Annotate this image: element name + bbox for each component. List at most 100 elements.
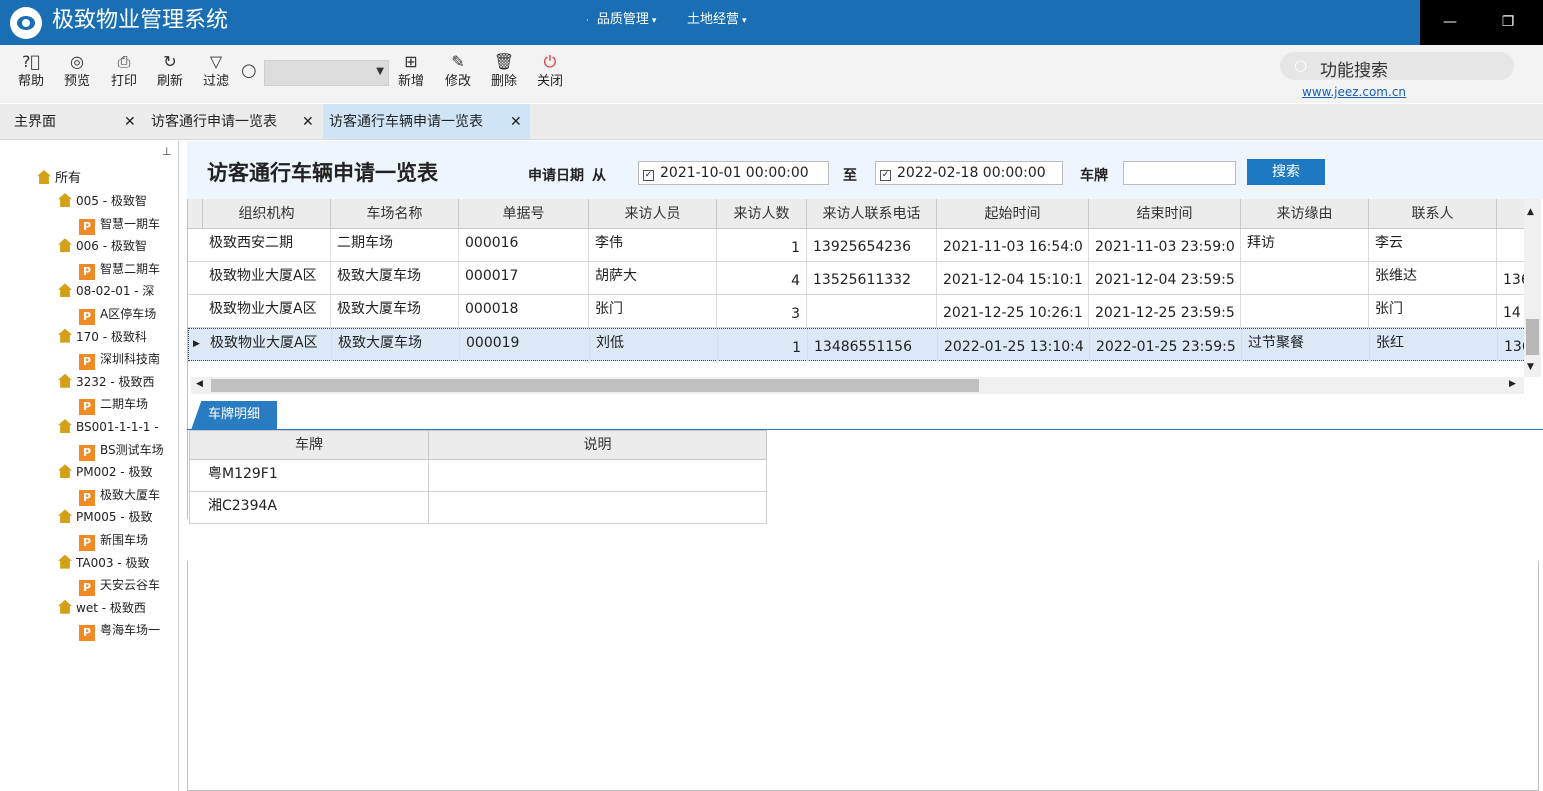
grid-col-header[interactable]: 起始时间 (937, 199, 1089, 229)
date-label: 申请日期 (528, 168, 584, 184)
tab-visitor-vehicle[interactable]: 访客通行车辆申请一览表 ✕ (323, 104, 530, 139)
pin-icon[interactable]: ⊥ (162, 145, 172, 158)
grid-cell-reason: 拜访 (1241, 229, 1369, 261)
function-search[interactable]: ○ 功能搜索 (1280, 52, 1514, 81)
parking-icon: P (79, 489, 95, 506)
tree-park-node[interactable]: P 天安云谷车 (79, 575, 160, 597)
grid-horizontal-scrollbar[interactable]: ◀ ▶ (191, 377, 1524, 394)
grid-col-header[interactable]: 来访人联系电话 (807, 199, 937, 229)
help-label: 帮助 (17, 74, 44, 89)
tree-node-label: wet - 极致西 (76, 600, 146, 615)
detail-col-plate: 车牌 (190, 431, 429, 459)
grid-vertical-scrollbar[interactable]: ▲ ▼ (1524, 199, 1541, 377)
tree-org-node[interactable]: 08-02-01 - 深 (58, 281, 154, 301)
grid-cell-park: 极致大厦车场 (332, 329, 460, 361)
tab-main[interactable]: 主界面 ✕ (0, 104, 145, 139)
restore-button[interactable]: ❐ (1498, 12, 1518, 32)
plate-input[interactable] (1123, 161, 1236, 185)
checkbox-checked-icon[interactable]: ✓ (880, 170, 891, 181)
to-label: 至 (843, 168, 857, 184)
tree-park-node[interactable]: P 二期车场 (79, 394, 148, 416)
tree-park-node[interactable]: P 深圳科技南 (79, 349, 160, 371)
refresh-icon: ↻ (163, 52, 177, 71)
grid-cell-no: 000017 (459, 262, 589, 294)
detail-row[interactable]: 粤M129F1 (189, 460, 767, 492)
menu-quality[interactable]: · 品质管理 ▾ (586, 12, 656, 29)
from-date-input[interactable]: ✓ 2021-10-01 00:00:00 (638, 161, 829, 185)
toolbar-combo[interactable]: ▼ (264, 60, 389, 86)
delete-button[interactable]: 🗑 删除 (484, 51, 524, 90)
table-row[interactable]: 极致西安二期 二期车场 000016 李伟 1 13925654236 2021-11-03… (188, 229, 1528, 262)
grid-cell-org: 极致物业大厦A区 (203, 295, 331, 327)
table-row[interactable]: 极致物业大厦A区 极致大厦车场 000017 胡萨大 4 13525611332 2021-… (188, 262, 1528, 295)
close-icon[interactable]: ✕ (124, 104, 136, 140)
edit-button[interactable]: ✎ 修改 (438, 51, 478, 90)
tree-park-node[interactable]: P 智慧二期车 (79, 259, 160, 280)
tree-org-node[interactable]: 170 - 极致科 (58, 327, 147, 347)
tree-park-node[interactable]: P 新围车场 (79, 530, 148, 551)
tree-org-node[interactable]: TA003 - 极致 (58, 553, 149, 573)
minimize-button[interactable]: — (1440, 12, 1460, 32)
grid-col-header[interactable]: 来访人数 (717, 199, 807, 229)
tree-park-node[interactable]: P 智慧一期车 (79, 214, 160, 235)
tree-org-node[interactable]: BS001-1-1-1 - (58, 417, 159, 437)
grid-col-header[interactable]: 结束时间 (1089, 199, 1241, 229)
grid-cell-no: 000018 (459, 295, 589, 327)
grid-col-header[interactable]: 车场名称 (331, 199, 459, 229)
tree-park-node[interactable]: P 粤海车场一 (79, 620, 160, 642)
arrow-up-icon[interactable]: ▲ (1527, 207, 1534, 217)
menu-land[interactable]: 土地经营 ▾ (687, 12, 747, 29)
close-button[interactable]: ⏻ 关闭 (530, 51, 570, 90)
filter-button[interactable]: ▽ 过滤 (196, 51, 236, 90)
close-icon[interactable]: ✕ (302, 104, 314, 140)
add-button[interactable]: ⊞ 新增 (391, 51, 431, 90)
print-button[interactable]: ⎙ 打印 (104, 51, 144, 90)
tree-park-node[interactable]: P A区停车场 (79, 304, 156, 325)
table-row[interactable]: ▶ 极致物业大厦A区 极致大厦车场 000019 刘低 1 13486551156 2022-… (188, 328, 1529, 361)
table-row[interactable]: 极致物业大厦A区 极致大厦车场 000018 张门 3 2021-12-25 10:26:… (188, 295, 1528, 328)
checkbox-checked-icon[interactable]: ✓ (643, 170, 654, 181)
power-icon: ⏻ (543, 52, 557, 71)
tab-plate-detail[interactable]: 车牌明细 (191, 401, 277, 430)
grid-cell-no: 000019 (460, 329, 590, 361)
detail-col-note: 说明 (583, 437, 612, 453)
refresh-label: 刷新 (156, 74, 183, 89)
help-button[interactable]: ?⃝ 帮助 (11, 51, 51, 90)
grid-cell-reason: 过节聚餐 (1242, 329, 1370, 361)
main-content: 访客通行车辆申请一览表 申请日期 从 ✓ 2021-10-01 00:00:00 … (187, 141, 1543, 791)
tree-org-node[interactable]: wet - 极致西 (58, 598, 146, 618)
tree-node-label: 006 - 极致智 (76, 239, 147, 254)
grid-col-header[interactable]: 组织机构 (203, 199, 331, 229)
refresh-button[interactable]: ↻ 刷新 (150, 51, 190, 90)
tree-root[interactable]: 所有 (37, 169, 81, 189)
close-icon[interactable]: ✕ (510, 104, 522, 140)
scroll-thumb[interactable] (1526, 319, 1539, 355)
grid-col-header[interactable]: 来访缘由 (1241, 199, 1369, 229)
tree-park-node[interactable]: P 极致大厦车 (79, 485, 160, 506)
grid-cell-park: 二期车场 (331, 229, 459, 261)
scroll-thumb[interactable] (211, 379, 979, 392)
grid-col-header[interactable]: 单据号 (459, 199, 589, 229)
website-link[interactable]: www.jeez.com.cn (1302, 85, 1406, 99)
grid-col-header[interactable]: 来访人员 (589, 199, 717, 229)
detail-row[interactable]: 湘C2394A (189, 492, 767, 524)
tree-org-node[interactable]: 005 - 极致智 (58, 191, 147, 211)
tree-park-node[interactable]: P BS测试车场 (79, 440, 164, 461)
tab-main-label: 主界面 (14, 114, 56, 130)
arrow-right-icon[interactable]: ▶ (1509, 379, 1516, 389)
detail-tab-bar: 车牌明细 (187, 401, 1543, 430)
tree-org-node[interactable]: 006 - 极致智 (58, 236, 147, 256)
preview-button[interactable]: ◎ 预览 (57, 51, 97, 90)
arrow-down-icon[interactable]: ▼ (1527, 362, 1534, 372)
arrow-left-icon[interactable]: ◀ (196, 379, 203, 389)
tree-org-node[interactable]: PM002 - 极致 (58, 462, 152, 482)
to-date-input[interactable]: ✓ 2022-02-18 00:00:00 (875, 161, 1063, 185)
tree-org-node[interactable]: PM005 - 极致 (58, 507, 152, 527)
search-button[interactable]: 搜索 (1247, 159, 1325, 185)
grid-col-header[interactable]: 联系人 (1369, 199, 1497, 229)
grid-cell-count: 3 (717, 295, 807, 327)
tree-org-node[interactable]: 3232 - 极致西 (58, 372, 155, 392)
tree-node-label: 3232 - 极致西 (76, 374, 155, 389)
parking-icon: P (79, 625, 95, 642)
tab-visitor-pass[interactable]: 访客通行申请一览表 ✕ (145, 104, 323, 139)
